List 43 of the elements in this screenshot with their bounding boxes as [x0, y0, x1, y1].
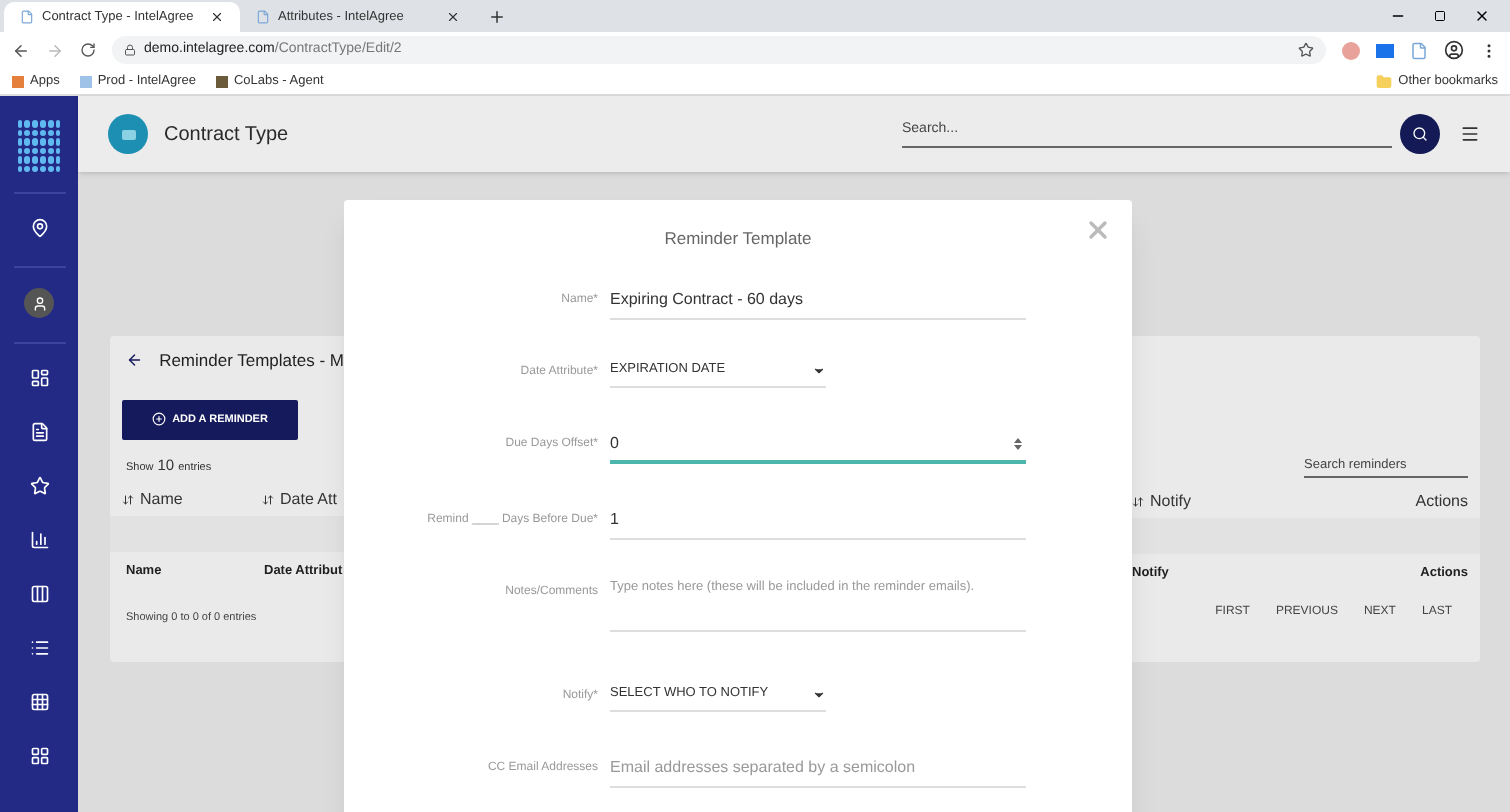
text-field[interactable]: Expiring Contract - 60 days — [610, 283, 1026, 320]
text-field[interactable]: 1 — [610, 503, 1026, 540]
logo-icon — [17, 120, 61, 172]
profile-icon[interactable] — [1444, 40, 1464, 60]
column-header[interactable]: Name — [122, 488, 238, 512]
search-button[interactable] — [1400, 114, 1440, 154]
close-tab-icon[interactable] — [210, 10, 224, 24]
sort-icon — [262, 494, 274, 506]
nav-icon[interactable] — [29, 584, 49, 604]
new-tab-icon[interactable] — [488, 8, 506, 26]
apps-icon — [12, 75, 24, 87]
card-title: Reminder Templates - M — [159, 348, 344, 374]
nav-icon[interactable] — [29, 218, 49, 238]
bookmark-star-icon[interactable] — [1298, 42, 1314, 58]
avatar[interactable] — [24, 288, 54, 318]
maximize-icon[interactable] — [1434, 10, 1446, 22]
column-header[interactable]: Notify — [1132, 490, 1191, 514]
nav-icon[interactable] — [29, 422, 49, 442]
number-field[interactable]: 0 — [610, 427, 1026, 464]
nav-icon[interactable] — [29, 368, 49, 388]
nav-icon[interactable] — [29, 746, 49, 766]
close-window-icon[interactable] — [1474, 8, 1490, 24]
modal-title: Reminder Template — [662, 226, 814, 252]
caret-icon — [812, 687, 826, 702]
page-title: Contract Type — [164, 121, 289, 149]
lock-icon — [124, 44, 136, 56]
back-icon[interactable] — [12, 41, 30, 59]
search-icon — [1412, 126, 1428, 142]
column-header[interactable]: Date Att — [262, 488, 337, 512]
reload-icon[interactable] — [80, 42, 96, 58]
sort-icon — [122, 494, 134, 506]
sort-icon — [1132, 496, 1144, 508]
menu-icon[interactable] — [1460, 124, 1480, 144]
nav-icon[interactable] — [29, 530, 49, 550]
close-tab-icon[interactable] — [446, 10, 460, 24]
spinner-icon[interactable] — [1014, 437, 1022, 450]
plus-icon — [152, 412, 167, 427]
caret-icon — [812, 363, 826, 378]
back-icon[interactable] — [126, 350, 144, 371]
nav-icon[interactable] — [29, 476, 49, 496]
column-header[interactable]: Actions — [1415, 490, 1468, 514]
nav-icon[interactable] — [29, 692, 49, 712]
folder-icon — [1376, 73, 1393, 89]
